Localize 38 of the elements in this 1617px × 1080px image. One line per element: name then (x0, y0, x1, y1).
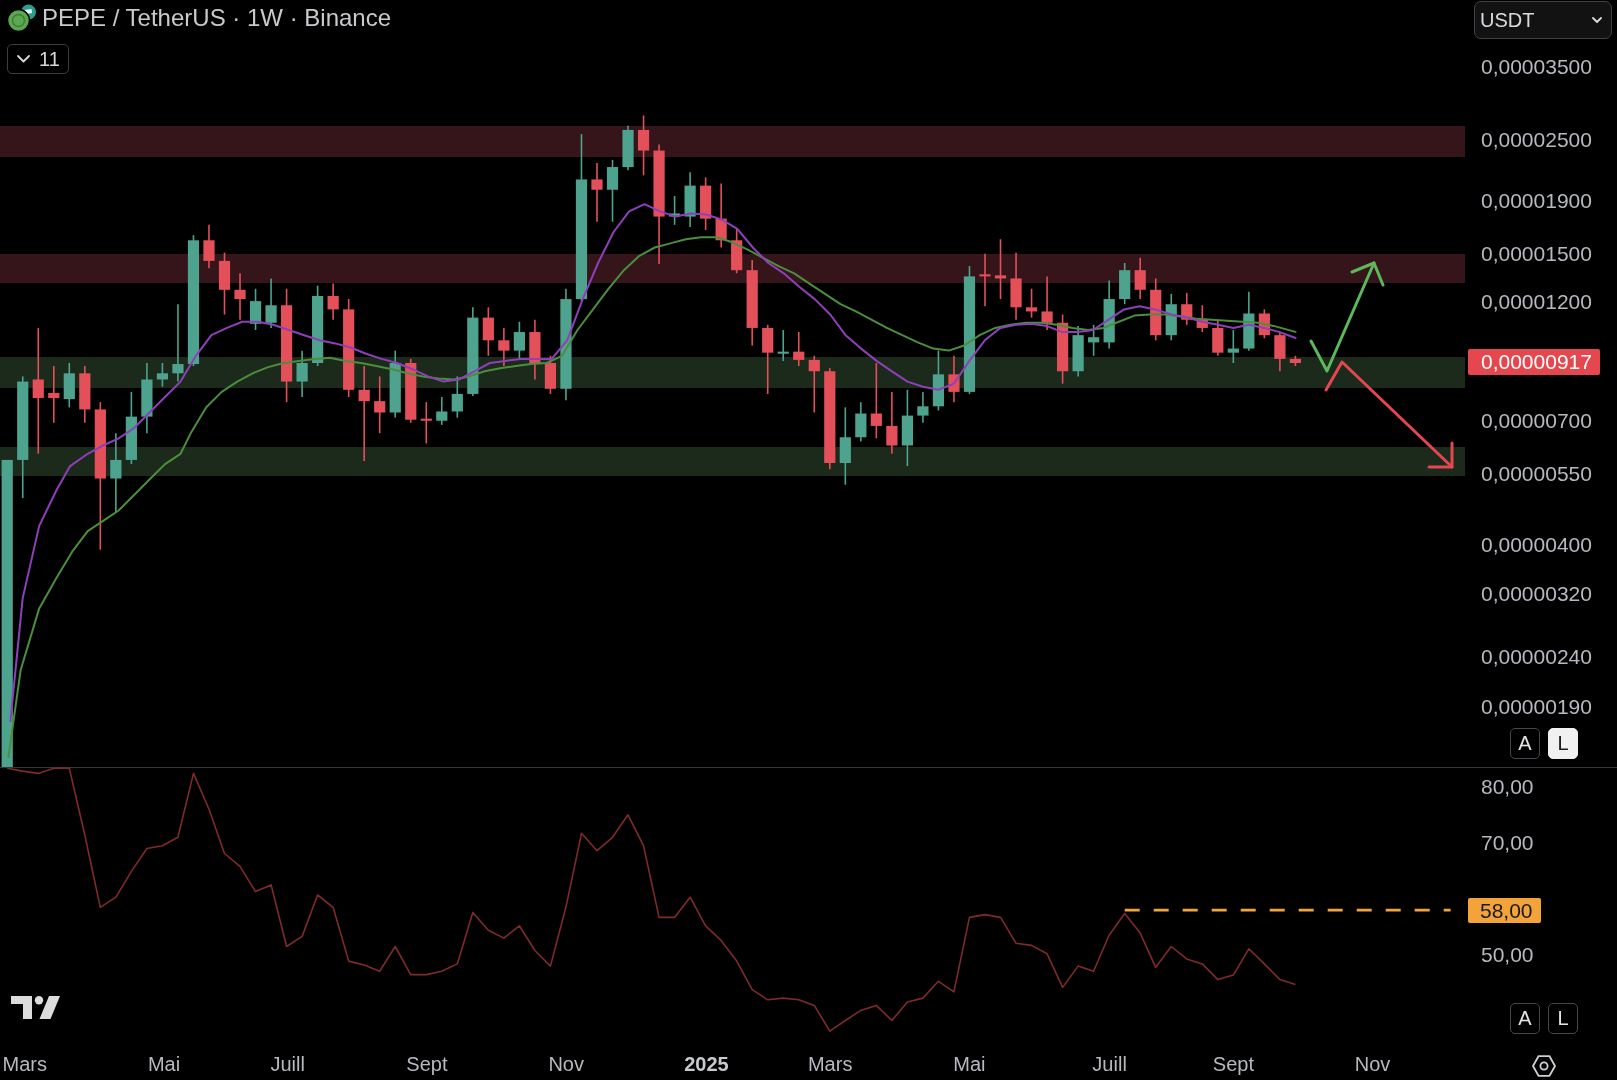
time-axis-label: Mars (2, 1052, 47, 1076)
settings-icon[interactable] (1532, 1054, 1556, 1077)
price-axis-label: 0,00000240 (1481, 645, 1592, 669)
last-price-label: 0,00000917 (1468, 349, 1600, 375)
time-axis-label: 2025 (684, 1052, 729, 1076)
time-axis-label: Mai (953, 1052, 986, 1076)
indicators-toggle-button[interactable]: 11 (7, 44, 69, 74)
currency-select[interactable]: USDT (1474, 1, 1612, 39)
time-axis-label: Mars (807, 1052, 853, 1076)
time-axis-label: Sept (1212, 1052, 1254, 1076)
price-axis-label: 0,00003500 (1481, 55, 1592, 79)
price-axis-label: 0,00000700 (1481, 409, 1592, 433)
rsi-axis-label: 50,00 (1481, 942, 1534, 967)
logo-icon (11, 996, 60, 1019)
scale-mode-button[interactable]: L (1548, 728, 1578, 759)
price-axis-label: 0,00000320 (1481, 582, 1592, 606)
symbol-title: PEPE / TetherUS · 1W · Binance (42, 4, 392, 32)
price-axis-label: 0,00002500 (1481, 128, 1592, 152)
coin-pair-icon (7, 4, 37, 32)
price-axis-label: 0,00001500 (1481, 242, 1592, 266)
price-axis-label: 0,00001900 (1481, 189, 1592, 213)
rsi-axis-label: 80,00 (1481, 774, 1534, 799)
caret-icon (1592, 17, 1602, 23)
price-axis-label: 0,00001200 (1481, 290, 1592, 314)
time-axis-label: Mai (147, 1052, 181, 1076)
time-axis-label: Nov (1354, 1052, 1391, 1076)
scale-mode-button[interactable]: L (1548, 1003, 1578, 1034)
scale-mode-button[interactable]: A (1510, 1003, 1540, 1034)
price-axis-label: 0,00000400 (1481, 533, 1592, 557)
time-axis-label: Juill (270, 1052, 305, 1076)
time-axis-label: Sept (406, 1052, 448, 1076)
time-axis-label: Juill (1092, 1052, 1127, 1076)
price-axis-label: 0,00000190 (1481, 695, 1592, 719)
level-label: 58,00 (1468, 897, 1541, 923)
rsi-axis-label: 70,00 (1481, 830, 1534, 855)
time-axis-label: Nov (548, 1052, 584, 1076)
scale-mode-button[interactable]: A (1510, 728, 1540, 759)
price-axis-label: 0,00000550 (1481, 462, 1592, 486)
